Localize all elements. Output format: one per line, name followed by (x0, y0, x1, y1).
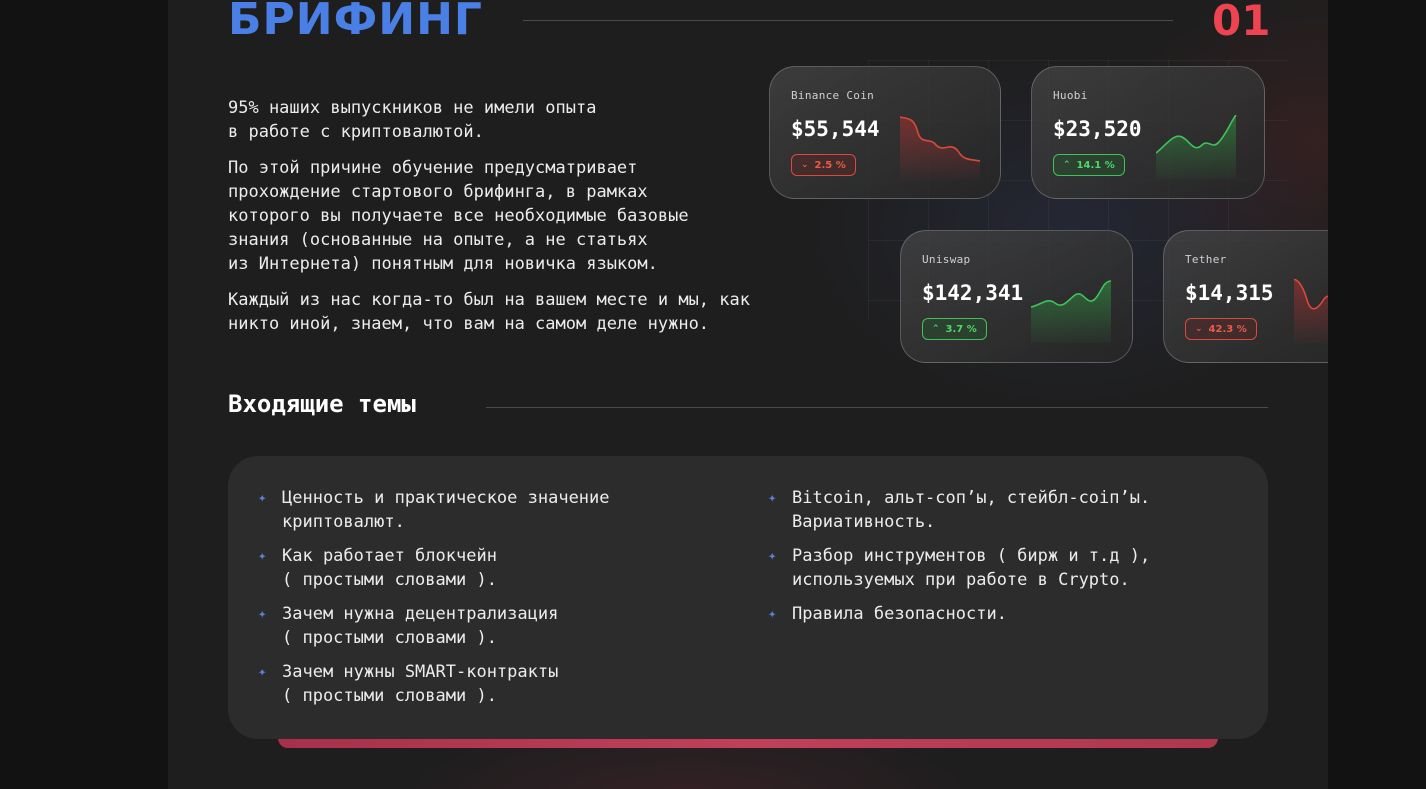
topics-divider (486, 407, 1268, 408)
topic-text: Как работает блокчейн ( простыми словами… (282, 546, 497, 590)
list-item: ✦ Разбор инструментов ( бирж и т.д ), ис… (768, 544, 1232, 592)
crypto-card-tether: Tether $14,315 ⌄ 42.3 % (1163, 230, 1328, 363)
topic-text: Зачем нужны SMART-контракты ( простыми с… (282, 662, 559, 706)
sparkle-icon: ✦ (258, 490, 267, 506)
arrow-up-icon: ⌃ (1063, 160, 1071, 170)
change-badge: ⌃ 14.1 % (1053, 154, 1125, 176)
crypto-card-binance: Binance Coin $55,544 ⌄ 2.5 % (769, 66, 1001, 199)
change-badge: ⌄ 2.5 % (791, 154, 856, 176)
sparkline-chart (1156, 115, 1237, 179)
coin-price: $23,520 (1053, 117, 1142, 141)
section-title: БРИФИНГ (228, 0, 483, 45)
coin-name: Tether (1185, 253, 1227, 266)
topic-text: Ценность и практическое значение криптов… (282, 488, 610, 532)
sparkle-icon: ✦ (258, 606, 267, 622)
list-item: ✦ Зачем нужна децентрализация ( простыми… (258, 602, 722, 650)
list-item: ✦ Правила безопасности. (768, 602, 1232, 626)
list-item: ✦ Bitcoin, альт-coп’ы, стейбл-coiп’ы. Ва… (768, 486, 1232, 534)
list-item: ✦ Как работает блокчейн ( простыми слова… (258, 544, 722, 592)
intro-paragraph: Каждый из нас когда-то был на вашем мест… (228, 290, 750, 334)
coin-name: Huobi (1053, 89, 1088, 102)
title-divider (523, 20, 1173, 21)
topic-text: Зачем нужна децентрализация ( простыми с… (282, 604, 559, 648)
intro-paragraph: 95% наших выпускников не имели опыта в р… (228, 98, 597, 142)
section-number: 01 (1212, 0, 1271, 45)
topic-text: Правила безопасности. (792, 604, 1007, 624)
list-item: ✦ Зачем нужны SMART-контракты ( простыми… (258, 660, 722, 708)
sparkle-icon: ✦ (768, 548, 777, 564)
coin-name: Binance Coin (791, 89, 875, 102)
sparkle-icon: ✦ (258, 664, 267, 680)
sparkle-icon: ✦ (768, 490, 777, 506)
sparkline-chart (1294, 279, 1328, 343)
coin-name: Uniswap (922, 253, 971, 266)
arrow-up-icon: ⌃ (932, 324, 940, 334)
crypto-card-uniswap: Uniswap $142,341 ⌃ 3.7 % (900, 230, 1133, 363)
topics-title: Входящие темы (228, 390, 416, 418)
arrow-down-icon: ⌄ (1195, 324, 1203, 334)
sparkline-chart (1031, 280, 1112, 343)
crypto-card-huobi: Huobi $23,520 ⌃ 14.1 % (1031, 66, 1265, 199)
sparkle-icon: ✦ (768, 606, 777, 622)
list-item: ✦ Ценность и практическое значение крипт… (258, 486, 722, 534)
briefing-section: БРИФИНГ 01 95% наших выпускников не имел… (168, 0, 1328, 789)
sparkline-chart (900, 116, 981, 179)
sparkle-icon: ✦ (258, 548, 267, 564)
coin-price: $14,315 (1185, 281, 1274, 305)
change-value: 42.3 % (1208, 323, 1247, 335)
topic-text: Bitcoin, альт-coп’ы, стейбл-coiп’ы. Вари… (792, 488, 1151, 532)
intro-paragraph: По этой причине обучение предусматривает… (228, 158, 689, 274)
topic-text: Разбор инструментов ( бирж и т.д ), испо… (792, 546, 1151, 590)
intro-text: 95% наших выпускников не имели опыта в р… (228, 96, 788, 348)
coin-price: $55,544 (791, 117, 880, 141)
change-value: 14.1 % (1076, 159, 1115, 171)
arrow-down-icon: ⌄ (801, 160, 809, 170)
change-badge: ⌄ 42.3 % (1185, 318, 1257, 340)
change-value: 3.7 % (945, 323, 977, 335)
change-badge: ⌃ 3.7 % (922, 318, 987, 340)
change-value: 2.5 % (814, 159, 846, 171)
coin-price: $142,341 (922, 281, 1024, 305)
topics-list-panel: ✦ Ценность и практическое значение крипт… (228, 456, 1268, 739)
